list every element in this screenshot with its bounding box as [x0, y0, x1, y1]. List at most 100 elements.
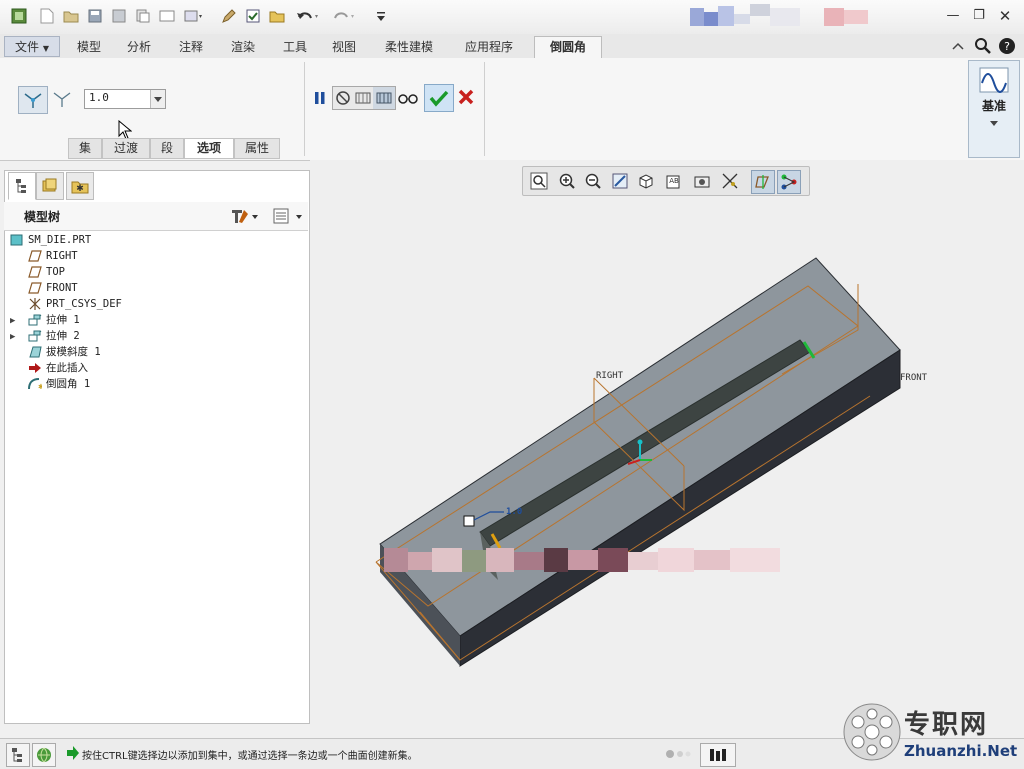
subtab-pieces[interactable]: 段	[150, 138, 184, 159]
folder-browser-tab-icon[interactable]	[36, 172, 64, 200]
close-window-icon[interactable]: ✕	[994, 6, 1016, 26]
tab-render[interactable]: 渲染	[218, 37, 268, 57]
ok-button[interactable]	[424, 84, 454, 112]
saved-orientations-icon[interactable]: AB	[663, 170, 685, 192]
new-file-icon[interactable]	[38, 7, 56, 25]
model-3d-view[interactable]: RIGHT FRONT 1.0	[310, 160, 1024, 738]
csys-icon	[29, 298, 41, 310]
refit-icon[interactable]	[528, 170, 550, 192]
zoom-out-icon[interactable]	[582, 170, 604, 192]
help-icon[interactable]: ?	[998, 37, 1016, 55]
tree-item-part[interactable]: SM_DIE.PRT	[10, 232, 91, 248]
tree-item-label: 拉伸 1	[46, 314, 80, 326]
minimize-icon[interactable]: —	[942, 6, 964, 26]
datum-display-icon[interactable]	[751, 170, 775, 194]
draft-icon	[29, 346, 42, 358]
tree-item-label: 拉伸 2	[46, 330, 80, 342]
pause-icon[interactable]	[308, 86, 332, 110]
tree-settings-icon[interactable]	[228, 206, 260, 226]
verify-preview-icon[interactable]	[373, 87, 395, 109]
tree-item-front[interactable]: FRONT	[28, 280, 78, 296]
subtab-transitions[interactable]: 过渡	[102, 138, 150, 159]
undo-icon[interactable]	[294, 7, 322, 25]
repaint-icon[interactable]	[609, 170, 631, 192]
glasses-icon[interactable]	[396, 86, 420, 110]
tree-item-extrude-1[interactable]: ▶ 拉伸 1	[10, 312, 80, 328]
tree-item-round[interactable]: ✱ 倒圆角 1	[28, 376, 90, 392]
datum-label-front: FRONT	[900, 373, 928, 383]
save-icon[interactable]	[86, 7, 104, 25]
window-icon[interactable]	[158, 7, 176, 25]
tab-flexible-modeling[interactable]: 柔性建模	[370, 37, 448, 57]
restore-icon[interactable]: ❐	[968, 6, 990, 26]
tree-item-insert-here[interactable]: 在此插入	[28, 360, 88, 376]
tab-round[interactable]: 倒圆角	[534, 36, 602, 59]
browser-icon[interactable]	[32, 743, 56, 767]
show-navigator-icon[interactable]	[6, 743, 30, 767]
tree-item-extrude-2[interactable]: ▶ 拉伸 2	[10, 328, 80, 344]
view-manager-icon[interactable]	[691, 170, 713, 192]
tree-item-top[interactable]: TOP	[28, 264, 65, 280]
model-tree: SM_DIE.PRT RIGHT TOP FRONT PRT_CSYS_DEF …	[10, 232, 306, 402]
app-icon	[10, 7, 28, 25]
model-tree-tab-icon[interactable]	[8, 172, 36, 200]
copy-icon[interactable]	[134, 7, 152, 25]
radius-input[interactable]: 1.0	[84, 89, 166, 109]
tab-file-label: 文件	[15, 40, 40, 54]
preview-mode-group	[332, 86, 396, 110]
glasses-preview-icon[interactable]	[353, 87, 373, 109]
tab-model[interactable]: 模型	[66, 37, 112, 57]
subtab-sets[interactable]: 集	[68, 138, 102, 159]
blurred-overlay	[384, 546, 784, 574]
tab-annotate[interactable]: 注释	[166, 37, 216, 57]
tree-item-label: 拔模斜度 1	[46, 346, 101, 358]
datum-plane-icon	[28, 250, 42, 262]
folder-icon[interactable]	[268, 7, 286, 25]
tab-applications[interactable]: 应用程序	[452, 37, 526, 57]
busy-indicator-icon	[664, 747, 700, 761]
annotation-display-icon[interactable]	[777, 170, 801, 194]
svg-text:?: ?	[1004, 40, 1010, 53]
collapse-ribbon-icon[interactable]	[950, 38, 966, 54]
search-icon[interactable]	[974, 37, 992, 55]
redo-icon[interactable]	[330, 7, 358, 25]
zoom-in-icon[interactable]	[556, 170, 578, 192]
checklist-icon[interactable]	[244, 7, 262, 25]
part-icon	[10, 234, 23, 246]
tab-analysis[interactable]: 分析	[114, 37, 164, 57]
tree-item-csys[interactable]: PRT_CSYS_DEF	[28, 296, 122, 312]
regenerate-icon[interactable]	[110, 7, 128, 25]
constant-round-button[interactable]	[18, 86, 48, 114]
title-bar: — ❐ ✕	[0, 0, 1024, 35]
favorites-tab-icon[interactable]: ✱	[66, 172, 94, 200]
selection-filter-icon[interactable]	[700, 743, 736, 767]
subtab-options[interactable]: 选项	[184, 138, 234, 159]
open-file-icon[interactable]	[62, 7, 80, 25]
tab-tools[interactable]: 工具	[270, 37, 320, 57]
tree-item-right[interactable]: RIGHT	[28, 248, 78, 264]
tab-view[interactable]: 视图	[322, 37, 366, 57]
edit-icon[interactable]	[220, 7, 238, 25]
no-preview-icon[interactable]	[333, 87, 353, 109]
datum-plane-icon	[28, 266, 42, 278]
graphics-viewport[interactable]: RIGHT FRONT 1.0	[310, 160, 1024, 738]
subtab-properties[interactable]: 属性	[234, 138, 280, 159]
tree-item-draft[interactable]: 拔模斜度 1	[28, 344, 101, 360]
windows-switch-icon[interactable]	[184, 7, 202, 25]
cancel-button[interactable]	[454, 85, 478, 109]
tree-filter-icon[interactable]	[270, 206, 306, 226]
datum-label: 基准	[981, 99, 1006, 113]
tab-file[interactable]: 文件 ▼	[4, 36, 60, 57]
round-icon: ✱	[28, 378, 42, 390]
customize-quick-access-icon[interactable]	[372, 7, 390, 25]
status-message: 按住CTRL键选择边以添加到集中，或通过选择一条边或一个曲面创建新集。	[82, 751, 418, 762]
chordal-round-button[interactable]	[50, 87, 74, 111]
display-style-icon[interactable]	[635, 170, 657, 192]
datum-label-right: RIGHT	[596, 371, 624, 381]
radius-dimension-label[interactable]: 1.0	[506, 507, 522, 517]
perspective-icon[interactable]	[719, 170, 741, 192]
expand-arrow-icon[interactable]: ▶	[10, 313, 28, 329]
radius-dropdown-icon[interactable]	[150, 90, 165, 108]
expand-arrow-icon[interactable]: ▶	[10, 329, 28, 345]
datum-panel-button[interactable]: 基准	[968, 60, 1020, 158]
